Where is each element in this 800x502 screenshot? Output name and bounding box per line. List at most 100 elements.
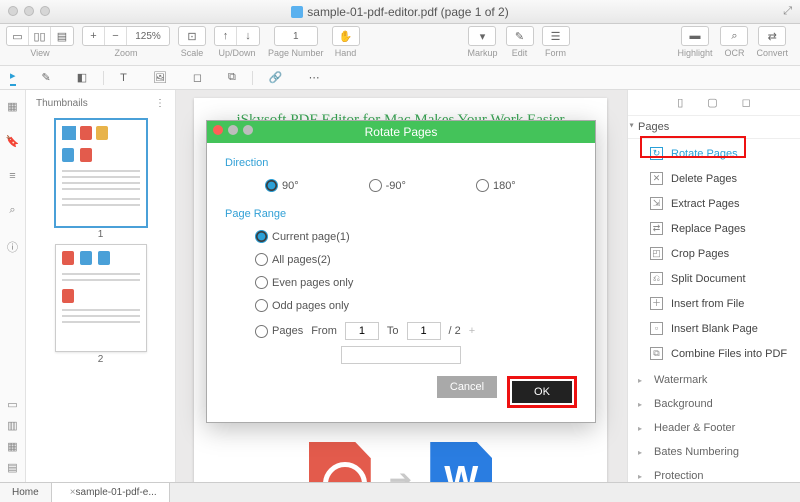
page-number-field[interactable]: 1 <box>275 27 317 45</box>
sidebar-item-crop[interactable]: ◰Crop Pages <box>628 241 800 266</box>
to-label: To <box>387 325 399 337</box>
edit-label: Edit <box>512 48 528 58</box>
outline-icon[interactable]: ≡ <box>9 170 15 182</box>
view-facing-icon[interactable]: ▯▯ <box>29 27 51 45</box>
window-titlebar: sample-01-pdf-editor.pdf (page 1 of 2) ⤢ <box>0 0 800 24</box>
section-pages[interactable]: Pages <box>628 116 800 139</box>
zoom-value[interactable]: 125% <box>127 27 169 45</box>
shapes-tool-icon[interactable]: ◻ <box>193 71 202 84</box>
pencil-tool-icon[interactable]: ✎ <box>42 71 51 84</box>
highlight-box-ok: OK <box>507 376 577 408</box>
search-icon[interactable]: ⌕ <box>9 204 15 217</box>
sidebar-item-header-footer[interactable]: Header & Footer <box>628 416 800 440</box>
rail-icon-c[interactable]: ▦ <box>7 440 17 453</box>
delete-icon: ✕ <box>650 172 663 185</box>
zoom-label: Zoom <box>114 48 137 58</box>
info-icon[interactable]: ⓘ <box>7 239 18 255</box>
hand-icon[interactable]: ✋ <box>333 27 359 45</box>
radio-even-pages[interactable]: Even pages only <box>255 276 577 289</box>
tools-bar: ▸ ✎ ◧ T 🖼 ◻ ⧉ 🔗 ⋯ <box>0 66 800 90</box>
sidebar-item-rotate[interactable]: ↻Rotate Pages <box>628 141 800 166</box>
sidebar-item-combine[interactable]: ⧉Combine Files into PDF <box>628 341 800 366</box>
pagenum-label: Page Number <box>268 48 324 58</box>
objects-tool-icon[interactable]: ⧉ <box>228 71 236 84</box>
convert-icon[interactable]: ⇄ <box>759 27 785 45</box>
zoom-group: +−125% Zoom <box>82 26 170 58</box>
sidebar-item-replace[interactable]: ⇄Replace Pages <box>628 216 800 241</box>
form-icon[interactable]: ☰ <box>543 27 569 45</box>
conversion-graphic: ➔ W <box>194 442 607 482</box>
thumbnails-menu-icon[interactable]: ⋮ <box>155 98 165 109</box>
fit-icon[interactable]: ⊡ <box>179 27 205 45</box>
pages-expression-input[interactable] <box>341 346 461 364</box>
sidebar-item-bates[interactable]: Bates Numbering <box>628 440 800 464</box>
crop-icon: ◰ <box>650 247 663 260</box>
pages-tab-icon[interactable]: ▯ <box>677 96 683 109</box>
dialog-traffic-lights[interactable] <box>213 125 253 135</box>
rail-icon-d[interactable]: ▤ <box>7 461 17 474</box>
expand-icon[interactable]: ⤢ <box>783 5 792 18</box>
sidebar-item-insert-file[interactable]: ＋Insert from File <box>628 291 800 316</box>
more-tool-icon[interactable]: ⋯ <box>309 71 320 84</box>
sidebar-item-insert-blank[interactable]: ▫Insert Blank Page <box>628 316 800 341</box>
insert-blank-icon: ▫ <box>650 322 663 335</box>
view-continuous-icon[interactable]: ▤ <box>51 27 73 45</box>
radio-current-page[interactable]: Current page(1) <box>255 230 577 243</box>
radio-neg90[interactable]: -90° <box>369 179 406 192</box>
ok-button[interactable]: OK <box>512 381 572 403</box>
updown-group: ↑↓ Up/Down <box>214 26 260 58</box>
rail-icon-b[interactable]: ▥ <box>7 419 17 432</box>
radio-odd-pages[interactable]: Odd pages only <box>255 299 577 312</box>
tab-document[interactable]: ×sample-01-pdf-e... <box>52 483 170 502</box>
window-traffic-lights[interactable] <box>8 6 50 16</box>
sidebar-item-background[interactable]: Background <box>628 392 800 416</box>
text-tool-icon[interactable]: T <box>120 72 127 84</box>
zoom-in-icon[interactable]: + <box>83 27 105 45</box>
highlight-icon[interactable]: ▬ <box>682 27 708 45</box>
form-group: ☰ Form <box>542 26 570 58</box>
add-range-button[interactable]: + <box>469 325 475 337</box>
cancel-button[interactable]: Cancel <box>437 376 497 398</box>
extract-icon: ⇲ <box>650 197 663 210</box>
view-group: ▭▯▯▤ View <box>6 26 74 58</box>
tab3-icon[interactable]: ◻ <box>742 96 751 109</box>
page-down-icon[interactable]: ↓ <box>237 27 259 45</box>
sidebar-item-extract[interactable]: ⇲Extract Pages <box>628 191 800 216</box>
rail-icon-a[interactable]: ▭ <box>7 398 17 411</box>
select-tool-icon[interactable]: ▸ <box>10 69 16 86</box>
sidebar-item-delete[interactable]: ✕Delete Pages <box>628 166 800 191</box>
pages-actions-list: ↻Rotate Pages ✕Delete Pages ⇲Extract Pag… <box>628 139 800 368</box>
page-up-icon[interactable]: ↑ <box>215 27 237 45</box>
thumbnail-page-2[interactable] <box>55 244 147 352</box>
tab-home[interactable]: Home <box>0 483 52 502</box>
thumbnail-page-1[interactable] <box>55 119 147 227</box>
range-options: Current page(1) All pages(2) Even pages … <box>225 230 577 340</box>
view-single-icon[interactable]: ▭ <box>7 27 29 45</box>
right-tabs: ▯ ▢ ◻ <box>628 90 800 116</box>
eraser-tool-icon[interactable]: ◧ <box>77 71 87 84</box>
edit-icon[interactable]: ✎ <box>507 27 533 45</box>
image-tool-icon[interactable]: 🖼 <box>153 71 167 84</box>
sidebar-item-split[interactable]: ⎌Split Document <box>628 266 800 291</box>
radio-all-pages[interactable]: All pages(2) <box>255 253 577 266</box>
sidebar-item-watermark[interactable]: Watermark <box>628 368 800 392</box>
zoom-out-icon[interactable]: − <box>105 27 127 45</box>
radio-90[interactable]: 90° <box>265 179 299 192</box>
pagenum-group: 1 Page Number <box>268 26 324 58</box>
highlight-group: ▬ Highlight <box>677 26 712 58</box>
ocr-icon[interactable]: ⌕ <box>721 27 747 45</box>
markup-icon[interactable]: ▾ <box>469 27 495 45</box>
rotate-icon: ↻ <box>650 147 663 160</box>
tab2-icon[interactable]: ▢ <box>707 96 717 109</box>
radio-pages[interactable]: Pages <box>255 325 303 338</box>
total-pages: / 2 <box>449 325 461 337</box>
highlight-label: Highlight <box>677 48 712 58</box>
to-input[interactable] <box>407 322 441 340</box>
bookmarks-icon[interactable]: 🔖 <box>6 135 20 148</box>
left-rail: ▦ 🔖 ≡ ⌕ ⓘ ▭ ▥ ▦ ▤ <box>0 90 26 482</box>
thumbnails-icon[interactable]: ▦ <box>7 100 17 113</box>
from-label: From <box>311 325 337 337</box>
from-input[interactable] <box>345 322 379 340</box>
link-tool-icon[interactable]: 🔗 <box>269 71 283 84</box>
radio-180[interactable]: 180° <box>476 179 516 192</box>
